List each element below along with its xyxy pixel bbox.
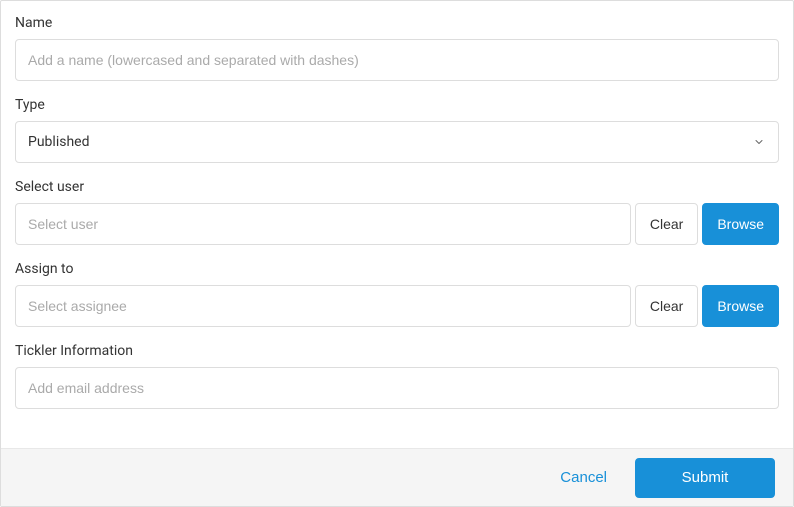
select-user-browse-button[interactable]: Browse xyxy=(702,203,779,245)
select-user-group: Select user Clear Browse xyxy=(15,179,779,245)
type-group: Type Published xyxy=(15,97,779,163)
type-select[interactable]: Published xyxy=(15,121,779,163)
assign-to-browse-button[interactable]: Browse xyxy=(702,285,779,327)
chevron-down-icon xyxy=(752,135,766,149)
name-group: Name xyxy=(15,15,779,81)
assign-to-row: Clear Browse xyxy=(15,285,779,327)
assign-to-clear-button[interactable]: Clear xyxy=(635,285,698,327)
assign-to-label: Assign to xyxy=(15,261,779,277)
tickler-info-input[interactable] xyxy=(15,367,779,409)
select-user-label: Select user xyxy=(15,179,779,195)
type-label: Type xyxy=(15,97,779,113)
select-user-clear-button[interactable]: Clear xyxy=(635,203,698,245)
tickler-info-label: Tickler Information xyxy=(15,343,779,359)
type-selected-value: Published xyxy=(28,134,89,150)
form-body: Name Type Published Select user Clear Br… xyxy=(1,1,793,448)
form-panel: Name Type Published Select user Clear Br… xyxy=(0,0,794,507)
assign-to-group: Assign to Clear Browse xyxy=(15,261,779,327)
form-footer: Cancel Submit xyxy=(1,448,793,506)
assign-to-input[interactable] xyxy=(15,285,631,327)
submit-button[interactable]: Submit xyxy=(635,458,775,498)
tickler-info-group: Tickler Information xyxy=(15,343,779,409)
select-user-row: Clear Browse xyxy=(15,203,779,245)
name-input[interactable] xyxy=(15,39,779,81)
cancel-button[interactable]: Cancel xyxy=(560,469,607,486)
select-user-input[interactable] xyxy=(15,203,631,245)
name-label: Name xyxy=(15,15,779,31)
